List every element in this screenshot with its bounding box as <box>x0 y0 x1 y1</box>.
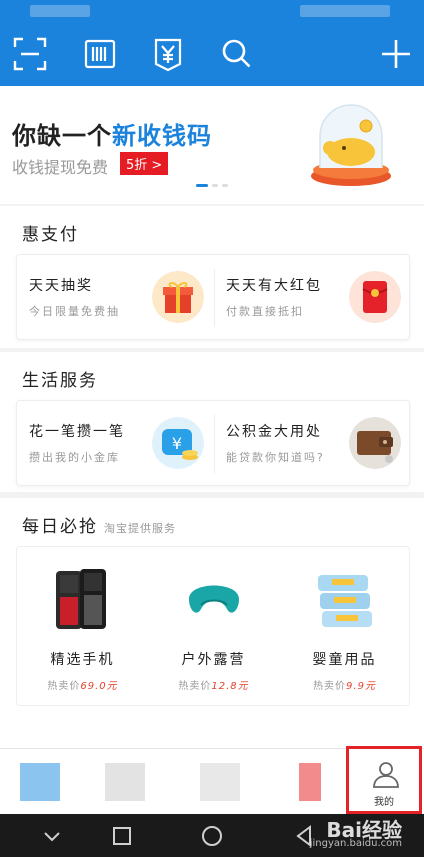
barcode-pay-icon[interactable] <box>82 36 118 72</box>
price-value: 12.8元 <box>211 681 249 692</box>
home-tab-icon <box>20 763 60 801</box>
page-dot <box>212 184 218 187</box>
product-baby[interactable]: 婴童用品 热卖价9.9元 <box>279 547 410 707</box>
product-price: 热卖价9.9元 <box>279 677 410 692</box>
product-name: 精选手机 <box>50 652 115 668</box>
price-value: 69.0元 <box>80 681 118 692</box>
hui-pay-cards: 天天抽奖 今日限量免费抽 天天有大红包 付款直接抵扣 <box>16 254 410 340</box>
product-name: 户外露营 <box>181 652 246 668</box>
tab-home[interactable] <box>0 749 85 815</box>
phone-product-icon <box>56 569 106 629</box>
status-blur <box>300 5 390 17</box>
wealth-tab-icon <box>299 763 321 801</box>
product-name: 婴童用品 <box>312 652 377 668</box>
card-subtitle: 攒出我的小金库 <box>29 451 120 464</box>
product-price: 热卖价69.0元 <box>17 677 148 692</box>
tab-wealth[interactable] <box>255 749 345 815</box>
tab-koubei[interactable] <box>85 749 170 815</box>
yuan-coin-icon: ¥ <box>152 417 204 469</box>
card-subtitle: 付款直接抵扣 <box>226 305 304 318</box>
banner-title: 你缺一个新收钱码 <box>12 116 212 151</box>
card-subtitle: 今日限量免费抽 <box>29 305 120 318</box>
life-services-cards: 花一笔攒一笔 攒出我的小金库 ¥ 公积金大用处 能贷款你知道吗? <box>16 400 410 486</box>
card-title: 花一笔攒一笔 <box>29 424 125 440</box>
status-bar <box>0 0 424 22</box>
banner-page-indicator <box>196 184 228 187</box>
scan-icon[interactable] <box>12 36 48 72</box>
friends-tab-icon <box>200 763 240 801</box>
product-phone[interactable]: 精选手机 热卖价69.0元 <box>17 547 148 707</box>
product-price: 热卖价12.8元 <box>148 677 279 692</box>
svg-text:¥: ¥ <box>172 434 182 453</box>
daily-deals-provider: 淘宝提供服务 <box>104 522 176 535</box>
koubei-tab-icon <box>105 763 145 801</box>
product-list: 精选手机 热卖价69.0元 户外露营 热卖价12.8元 婴童用品 热卖价9.9元 <box>16 546 410 706</box>
baidu-watermark-url: jingyan.baidu.com <box>309 838 402 849</box>
card-title: 天天有大红包 <box>226 278 322 294</box>
housing-fund-card[interactable]: 公积金大用处 能贷款你知道吗? <box>214 401 411 487</box>
add-icon[interactable] <box>378 36 414 72</box>
daily-deals-title: 每日必抢 <box>22 517 98 537</box>
status-blur <box>30 5 90 17</box>
neck-pillow-icon <box>189 585 239 613</box>
recents-icon[interactable] <box>110 824 134 848</box>
banner-subtitle: 收钱提现免费 <box>12 158 109 177</box>
life-services-heading: 生活服务 <box>22 371 98 391</box>
price-label: 热卖价 <box>47 681 81 692</box>
top-toolbar <box>0 22 424 86</box>
piggy-bank-icon <box>311 104 391 186</box>
user-icon <box>373 762 399 788</box>
tab-friends[interactable] <box>170 749 255 815</box>
card-title: 天天抽奖 <box>29 278 93 294</box>
page-dot <box>222 184 228 187</box>
lottery-card[interactable]: 天天抽奖 今日限量免费抽 <box>17 255 214 341</box>
card-title: 公积金大用处 <box>226 424 322 440</box>
discount-badge[interactable]: 5折 > <box>120 152 169 175</box>
savings-card[interactable]: 花一笔攒一笔 攒出我的小金库 ¥ <box>17 401 214 487</box>
home-circle-icon[interactable] <box>200 824 224 848</box>
daily-deals-heading: 每日必抢 淘宝提供服务 <box>22 512 176 537</box>
page-dot-active <box>196 184 208 187</box>
price-label: 热卖价 <box>178 681 212 692</box>
search-icon[interactable] <box>218 36 254 72</box>
price-label: 热卖价 <box>313 681 347 692</box>
red-envelope-icon <box>349 271 401 323</box>
mine-tab-label: 我的 <box>374 797 394 808</box>
hui-pay-heading: 惠支付 <box>22 225 79 245</box>
price-value: 9.9元 <box>346 681 376 692</box>
wet-wipes-icon <box>318 575 372 627</box>
product-camping[interactable]: 户外露营 热卖价12.8元 <box>148 547 279 707</box>
receive-money-icon[interactable] <box>150 36 186 72</box>
red-envelope-card[interactable]: 天天有大红包 付款直接抵扣 <box>214 255 411 341</box>
banner-title-highlight: 新收钱码 <box>112 122 212 150</box>
gift-box-icon <box>152 271 204 323</box>
banner-title-prefix: 你缺一个 <box>12 122 112 150</box>
chevron-down-icon[interactable] <box>40 824 64 848</box>
tab-mine[interactable]: 我的 <box>346 746 422 814</box>
wallet-icon <box>349 417 401 469</box>
card-subtitle: 能贷款你知道吗? <box>226 451 325 464</box>
